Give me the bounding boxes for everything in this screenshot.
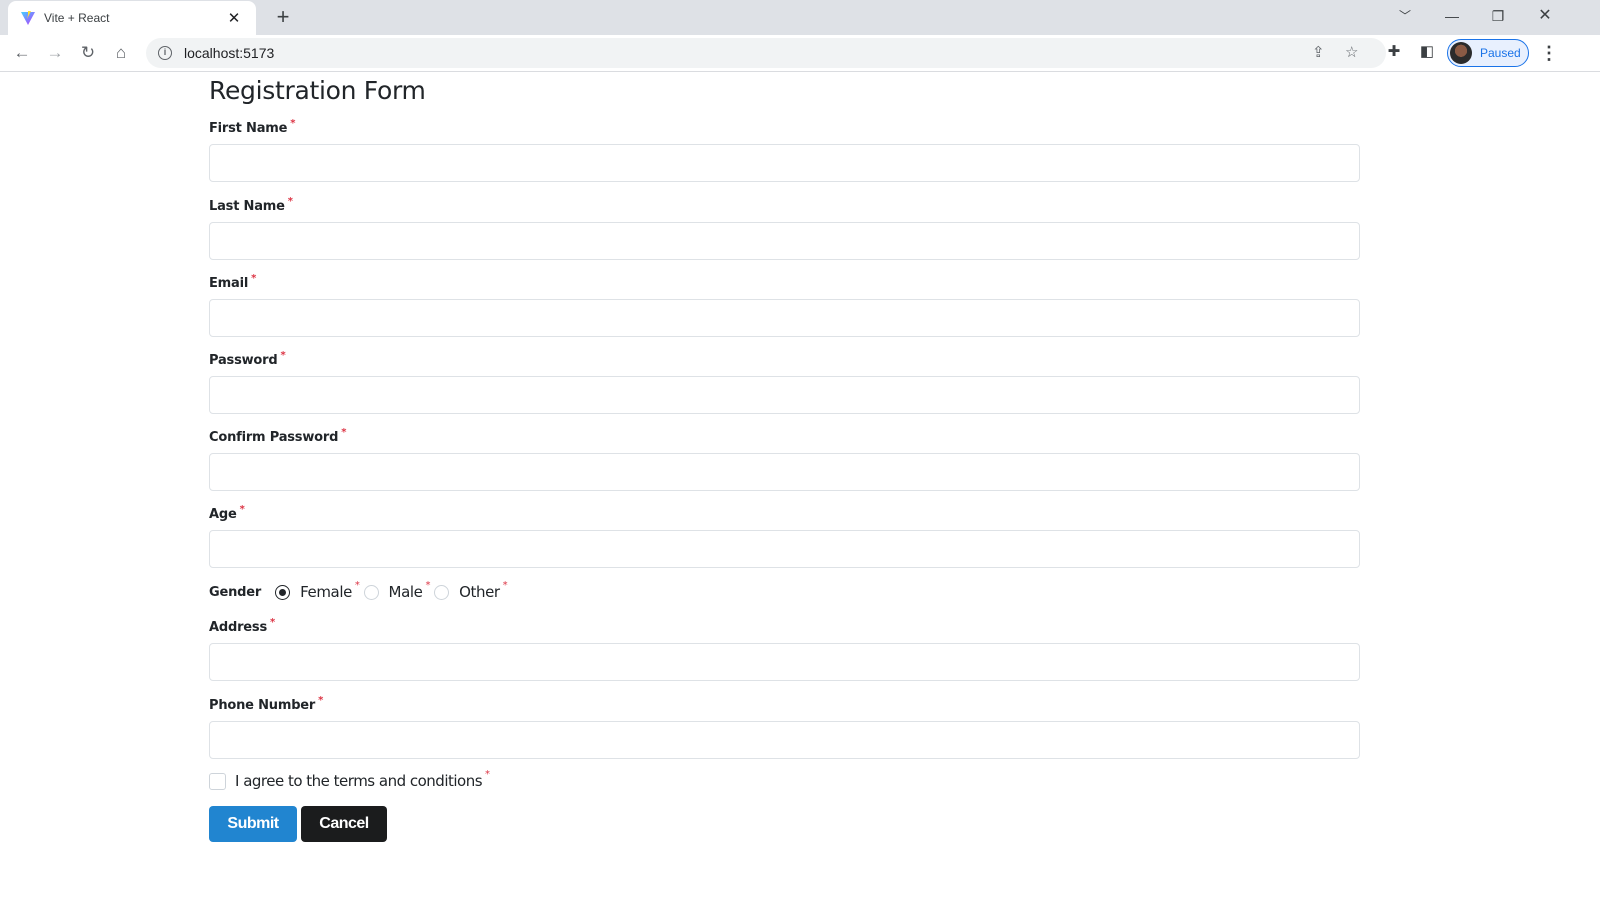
browser-tab[interactable]: Vite + React ✕ xyxy=(8,1,256,35)
vite-logo-icon xyxy=(20,10,36,26)
browser-menu-icon[interactable]: ⋮ xyxy=(1540,40,1556,66)
tab-close-icon[interactable]: ✕ xyxy=(224,9,244,27)
confirm-password-group: Confirm Password* xyxy=(209,428,1360,491)
address-group: Address* xyxy=(209,618,1360,681)
email-group: Email* xyxy=(209,274,1360,337)
required-mark: * xyxy=(281,350,286,361)
url-text[interactable]: localhost:5173 xyxy=(184,45,274,61)
required-mark: * xyxy=(240,504,245,515)
address-input[interactable] xyxy=(209,643,1360,681)
profile-button[interactable]: Paused xyxy=(1447,39,1529,67)
registration-form: Registration Form First Name* Last Name*… xyxy=(209,72,1361,109)
gender-other-radio[interactable] xyxy=(434,585,449,600)
terms-checkbox[interactable] xyxy=(209,773,226,790)
browser-titlebar: Vite + React ✕ + ﹀ — ❐ ✕ xyxy=(0,0,1600,35)
gender-radio-group: Gender Female* Male* Other* xyxy=(209,582,507,602)
reload-button[interactable]: ↻ xyxy=(74,39,102,67)
password-input[interactable] xyxy=(209,376,1360,414)
last-name-input[interactable] xyxy=(209,222,1360,260)
email-input[interactable] xyxy=(209,299,1360,337)
required-mark: * xyxy=(251,273,256,284)
profile-status: Paused xyxy=(1480,46,1521,60)
tab-title: Vite + React xyxy=(44,11,224,25)
tab-search-chevron-icon[interactable]: ﹀ xyxy=(1382,0,1428,32)
close-window-button[interactable]: ✕ xyxy=(1522,0,1568,32)
password-label: Password* xyxy=(209,353,286,368)
gender-female-label[interactable]: Female* xyxy=(300,583,359,601)
page-title: Registration Form xyxy=(209,73,1361,109)
avatar xyxy=(1450,42,1472,64)
required-mark: * xyxy=(341,427,346,438)
terms-row: I agree to the terms and conditions* xyxy=(209,772,490,790)
submit-button[interactable]: Submit xyxy=(209,806,297,842)
side-panel-icon[interactable]: ◧ xyxy=(1415,40,1439,64)
gender-label: Gender xyxy=(209,585,261,600)
site-info-icon[interactable]: i xyxy=(158,46,172,60)
bookmark-star-icon[interactable]: ☆ xyxy=(1345,43,1358,61)
confirm-password-input[interactable] xyxy=(209,453,1360,491)
first-name-group: First Name* xyxy=(209,119,1360,182)
cancel-button[interactable]: Cancel xyxy=(301,806,387,842)
gender-female-radio[interactable] xyxy=(275,585,290,600)
minimize-button[interactable]: — xyxy=(1429,0,1475,32)
first-name-input[interactable] xyxy=(209,144,1360,182)
gender-male-label[interactable]: Male* xyxy=(389,583,431,601)
gender-other-label[interactable]: Other* xyxy=(459,583,507,601)
home-button[interactable]: ⌂ xyxy=(107,39,135,67)
phone-number-input[interactable] xyxy=(209,721,1360,759)
required-mark: * xyxy=(288,196,293,207)
last-name-label: Last Name* xyxy=(209,199,293,214)
required-mark: * xyxy=(425,580,430,591)
maximize-button[interactable]: ❐ xyxy=(1475,0,1521,32)
gender-male-radio[interactable] xyxy=(364,585,379,600)
required-mark: * xyxy=(355,580,360,591)
share-icon[interactable]: ⇪ xyxy=(1312,43,1325,61)
extensions-puzzle-icon[interactable]: ✚ xyxy=(1382,40,1406,64)
age-label: Age* xyxy=(209,507,245,522)
required-mark: * xyxy=(318,695,323,706)
address-bar[interactable]: i localhost:5173 ⇪ ☆ xyxy=(146,38,1386,68)
required-mark: * xyxy=(503,580,508,591)
address-label: Address* xyxy=(209,620,275,635)
age-input[interactable] xyxy=(209,530,1360,568)
required-mark: * xyxy=(270,617,275,628)
new-tab-button[interactable]: + xyxy=(270,4,296,30)
first-name-label: First Name* xyxy=(209,121,295,136)
required-mark: * xyxy=(290,118,295,129)
email-label: Email* xyxy=(209,276,256,291)
browser-toolbar: ← → ↻ ⌂ i localhost:5173 ⇪ ☆ xyxy=(0,35,1600,72)
forward-button[interactable]: → xyxy=(41,39,69,67)
password-group: Password* xyxy=(209,351,1360,414)
last-name-group: Last Name* xyxy=(209,197,1360,260)
back-button[interactable]: ← xyxy=(8,39,36,67)
confirm-password-label: Confirm Password* xyxy=(209,430,346,445)
terms-label[interactable]: I agree to the terms and conditions* xyxy=(235,772,490,790)
age-group: Age* xyxy=(209,505,1360,568)
phone-group: Phone Number* xyxy=(209,696,1360,759)
phone-number-label: Phone Number* xyxy=(209,698,323,713)
required-mark: * xyxy=(485,769,490,780)
